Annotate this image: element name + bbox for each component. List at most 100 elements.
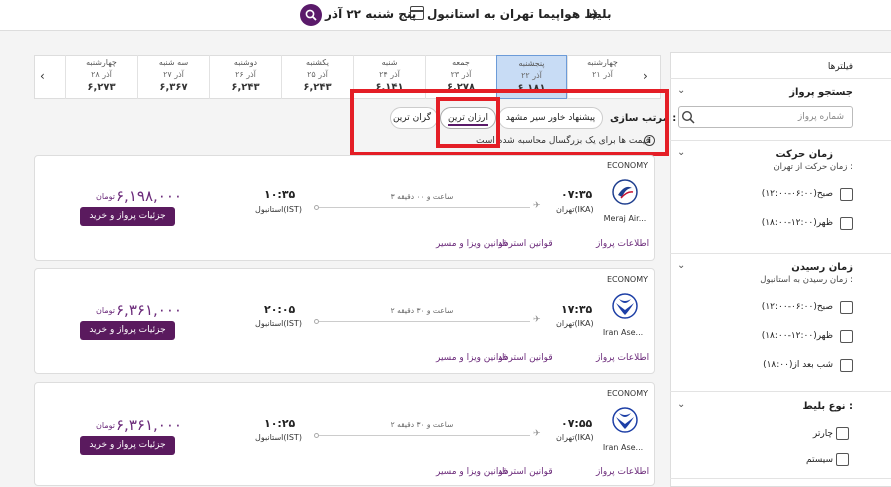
arrival-time: ۲۰:۰۵ [264, 303, 296, 316]
arrival-morning-checkbox[interactable] [840, 301, 853, 314]
divider [670, 140, 891, 141]
search-icon [681, 110, 695, 124]
cabin-class: ECONOMY [607, 389, 649, 398]
departure-noon-checkbox[interactable] [840, 217, 853, 230]
date-value: ۲۵ آذر [307, 70, 328, 79]
cabin-class: ECONOMY [607, 275, 649, 284]
date-value: ۲۷ آذر [163, 70, 184, 79]
flight-search-title[interactable]: جستجو پرواز [789, 87, 853, 98]
date-value: ۲۶ آذر [235, 70, 256, 79]
route-line [318, 207, 530, 208]
flight-details-buy-button[interactable]: جزئیات پرواز و خرید [80, 207, 175, 226]
highlight-box [350, 89, 669, 156]
currency-label: تومان [96, 306, 115, 315]
flight-price: ۶,۳۶۱,۰۰۰ [116, 416, 182, 434]
flight-duration: ۲ ساعت و ۳۰ دقیقه [390, 420, 454, 429]
date-option[interactable]: چهارشنبه ۲۸ آذر ۶,۲۷۳ [65, 55, 137, 99]
iran-aseman-logo [612, 407, 638, 433]
filter-option-label: چارتر [812, 429, 833, 439]
date-day: پنجشنبه [518, 59, 545, 68]
arrival-city: استانبول(IST) [255, 433, 302, 442]
highlight-box [436, 97, 500, 148]
airline-name: Iran Ase... [602, 443, 644, 452]
date-price: ۶,۲۴۳ [231, 82, 260, 93]
departure-time: ۱۷:۳۵ [561, 303, 593, 316]
chevron-down-icon[interactable]: ⌄ [677, 260, 685, 271]
currency-label: تومان [96, 192, 115, 201]
date-value: ۲۳ آذر [450, 70, 472, 79]
date-price: ۶,۲۴۳ [303, 82, 332, 93]
arrival-time-title[interactable]: زمان رسیدن [791, 262, 853, 273]
date-price: ۶,۲۷۳ [87, 82, 116, 93]
visa-rules-link[interactable]: قوانین ویزا و مسیر [436, 353, 507, 363]
chevron-down-icon[interactable]: ⌄ [677, 399, 685, 410]
filter-option-label: شب بعد از(۱۸:۰۰) [763, 360, 833, 370]
divider [670, 478, 891, 479]
filter-option-label: ظهر(۱۲:۰۰-۱۸:۰۰) [761, 218, 833, 228]
departure-city: تهران(IKA) [556, 205, 594, 214]
plane-icon: ✈ [533, 315, 541, 325]
flight-number-input[interactable] [678, 106, 853, 128]
date-value: ۲۴ آذر [379, 70, 400, 79]
plane-icon: ✈ [533, 429, 541, 439]
departure-time-title[interactable]: زمان حرکت [775, 149, 833, 160]
date-option[interactable]: دوشنبه ۲۶ آذر ۶,۲۴۳ [209, 55, 281, 99]
date-day: چهارشنبه [86, 58, 117, 67]
arrival-night-checkbox[interactable] [840, 359, 853, 372]
arrival-noon-checkbox[interactable] [840, 330, 853, 343]
plane-icon: ✈ [533, 201, 541, 211]
date-option[interactable]: سه شنبه ۲۷ آذر ۶,۳۶۷ [137, 55, 209, 99]
filters-title: فیلترها [827, 62, 853, 72]
flight-details-buy-button[interactable]: جزئیات پرواز و خرید [80, 436, 175, 455]
ticket-type-title[interactable]: نوع بلیط : [803, 401, 853, 412]
departure-time-subtitle: زمان حرکت از تهران : [773, 162, 853, 172]
chevron-down-icon[interactable]: ⌄ [677, 85, 685, 96]
date-option[interactable]: یکشنبه ۲۵ آذر ۶,۲۴۳ [281, 55, 353, 99]
date-day: شنبه [381, 58, 398, 67]
divider [670, 78, 891, 79]
flight-info-link[interactable]: اطلاعات پرواز [596, 239, 649, 249]
visa-rules-link[interactable]: قوانین ویزا و مسیر [436, 467, 507, 477]
flight-details-buy-button[interactable]: جزئیات پرواز و خرید [80, 321, 175, 340]
date-day: یکشنبه [306, 58, 329, 67]
arrival-city: استانبول(IST) [255, 319, 302, 328]
arrival-time: ۱۰:۳۵ [264, 188, 296, 201]
cabin-class: ECONOMY [607, 161, 649, 170]
departure-city: تهران(IKA) [556, 319, 594, 328]
visa-rules-link[interactable]: قوانین ویزا و مسیر [436, 239, 507, 249]
filter-option-label: صبح(۰۶:۰۰-۱۲:۰۰) [761, 189, 833, 199]
iran-aseman-logo [612, 293, 638, 319]
arrival-time-subtitle: زمان رسیدن به استانبول : [760, 275, 853, 285]
flight-duration: ۲ ساعت و ۳۰ دقیقه [390, 306, 454, 315]
airline-name: Meraj Air... [603, 214, 647, 223]
date-day: جمعه [452, 58, 470, 67]
chevron-down-icon[interactable]: ⌄ [677, 147, 685, 158]
divider [670, 253, 891, 254]
filter-option-label: سیستم [806, 455, 833, 465]
departure-time: ۰۷:۵۵ [561, 417, 593, 430]
route-line [318, 435, 530, 436]
route-line [318, 321, 530, 322]
divider [670, 391, 891, 392]
date-value: ۲۱ آذر [592, 70, 613, 79]
date-value: ۲۸ آذر [91, 70, 112, 79]
flight-info-link[interactable]: اطلاعات پرواز [596, 467, 649, 477]
flight-price: ۶,۳۶۱,۰۰۰ [116, 301, 182, 319]
departure-morning-checkbox[interactable] [840, 188, 853, 201]
currency-label: تومان [96, 421, 115, 430]
date-title: پنج شنبه ۲۲ آذر [325, 7, 417, 21]
departure-city: تهران(IKA) [556, 433, 594, 442]
search-button[interactable] [300, 4, 322, 26]
arrival-time: ۱۰:۲۵ [264, 417, 296, 430]
date-price: ۶,۳۶۷ [159, 82, 188, 93]
charter-checkbox[interactable] [836, 427, 849, 440]
date-day: دوشنبه [233, 58, 258, 67]
chevron-right-icon[interactable]: › [643, 69, 648, 83]
system-checkbox[interactable] [836, 453, 849, 466]
route-dot [314, 319, 319, 324]
route-dot [314, 433, 319, 438]
date-day: سه شنبه [158, 58, 189, 67]
flight-info-link[interactable]: اطلاعات پرواز [596, 353, 649, 363]
chevron-left-icon[interactable]: ‹ [40, 69, 45, 83]
search-icon [305, 9, 317, 21]
